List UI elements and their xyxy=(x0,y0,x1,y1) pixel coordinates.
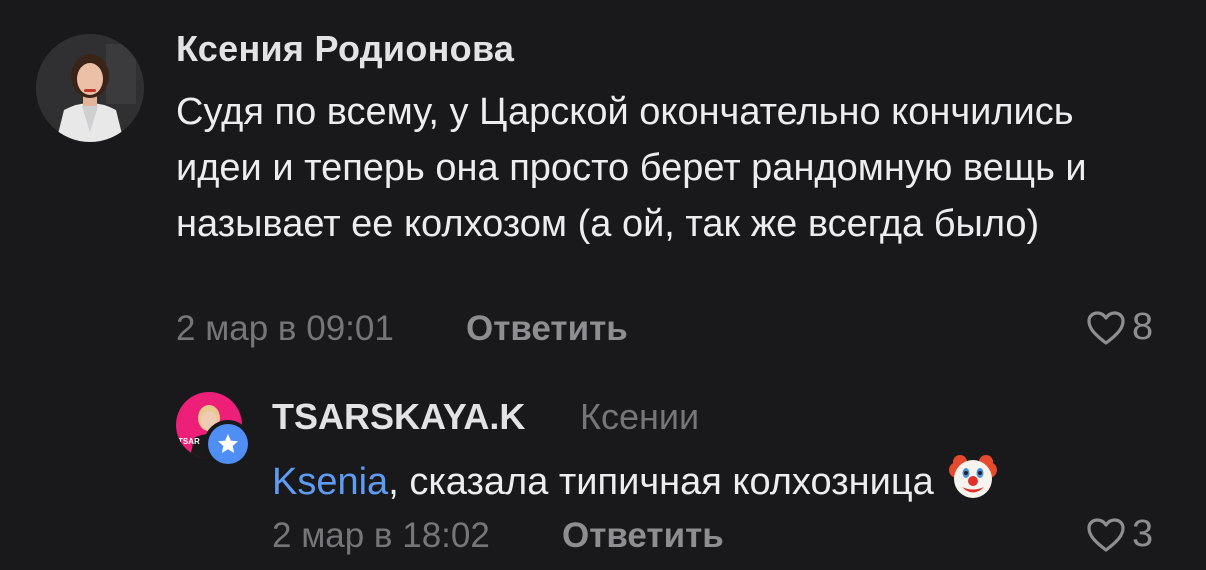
svg-text:TSAR: TSAR xyxy=(178,437,200,446)
reply-button[interactable]: Ответить xyxy=(562,516,724,556)
heart-outline-icon xyxy=(1087,310,1125,345)
verified-badge xyxy=(204,420,252,468)
comment-text: Судя по всему, у Царской окончательно ко… xyxy=(176,91,1087,245)
clown-emoji-icon xyxy=(948,452,998,512)
like-button[interactable]: 3 xyxy=(1086,513,1153,556)
comment-author[interactable]: Ксения Родионова xyxy=(176,28,514,70)
heart-outline-icon xyxy=(1087,517,1125,552)
comment-timestamp: 2 мар в 18:02 xyxy=(272,516,490,555)
like-count: 3 xyxy=(1132,513,1154,555)
like-button[interactable]: 8 xyxy=(1086,306,1153,349)
reply-to-label: Ксении xyxy=(580,396,700,437)
user-avatar-photo xyxy=(36,34,144,142)
comments-thread: Ксения Родионова Судя по всему, у Царско… xyxy=(0,0,1206,570)
comment-text: Ksenia , сказала типичная колхозница xyxy=(272,452,998,512)
comment-timestamp: 2 мар в 09:01 xyxy=(176,309,394,348)
mention-link[interactable]: Ksenia xyxy=(272,461,388,504)
star-badge-icon xyxy=(218,434,238,453)
reply-button[interactable]: Ответить xyxy=(466,309,628,349)
author-avatar[interactable] xyxy=(36,34,144,142)
comment-body: , сказала типичная колхозница xyxy=(388,460,934,503)
like-count: 8 xyxy=(1132,306,1154,348)
comment-author[interactable]: TSARSKAYA.K xyxy=(272,396,525,438)
